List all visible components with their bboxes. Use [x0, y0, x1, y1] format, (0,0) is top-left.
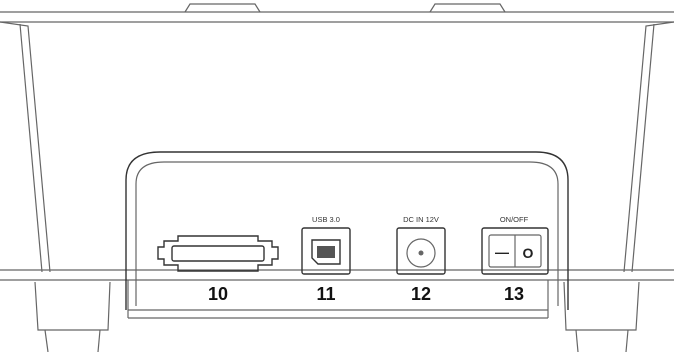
rear-panel	[125, 151, 569, 310]
port-label-usb: USB 3.0	[312, 215, 340, 224]
esata-port-icon	[157, 235, 279, 272]
switch-on-symbol: O	[523, 245, 534, 261]
port-number-13: 13	[504, 284, 524, 304]
usb-b-port-icon	[301, 227, 351, 275]
switch-off-symbol: —	[495, 244, 509, 260]
device-rear-panel-diagram: 10 USB 3.0 11 DC IN 12V 12 ON/OFF — O 13	[0, 3, 674, 352]
port-number-10: 10	[208, 284, 228, 304]
dc-jack-icon	[396, 227, 446, 275]
port-number-12: 12	[411, 284, 431, 304]
power-switch-icon: — O	[481, 227, 549, 275]
port-label-dc: DC IN 12V	[403, 215, 439, 224]
port-label-onoff: ON/OFF	[500, 215, 529, 224]
device-body	[0, 3, 674, 352]
port-number-11: 11	[316, 284, 335, 304]
